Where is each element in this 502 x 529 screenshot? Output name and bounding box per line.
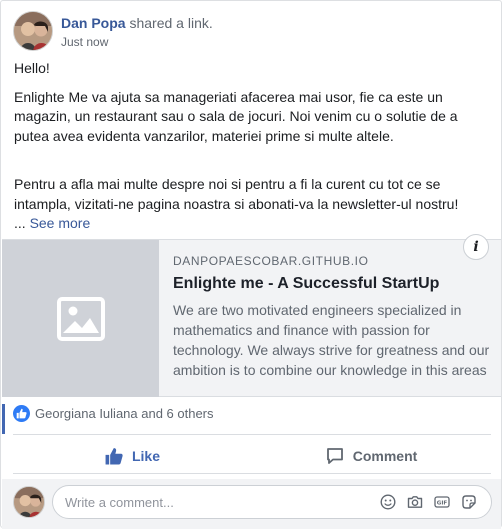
- preview-title[interactable]: Enlighte me - A Successful StartUp: [173, 274, 493, 294]
- post-timestamp[interactable]: Just now: [61, 35, 213, 49]
- divider-top: [13, 434, 491, 435]
- commenter-avatar[interactable]: [13, 486, 45, 518]
- thumbs-up-icon: [13, 405, 30, 422]
- reactions-summary[interactable]: Georgiana Iuliana and 6 others: [13, 405, 214, 422]
- comment-composer: Write a comment... GIF: [2, 479, 501, 529]
- post-paragraph-1: Enlighte Me va ajuta sa manageriati afac…: [14, 88, 458, 144]
- preview-description: We are two motivated engineers specializ…: [173, 302, 490, 378]
- like-label: Like: [131, 448, 160, 464]
- svg-text:GIF: GIF: [437, 501, 448, 507]
- link-preview-card[interactable]: DANPOPAESCOBAR.GITHUB.IO Enlighte me - A…: [2, 239, 501, 397]
- comment-input[interactable]: Write a comment... GIF: [52, 485, 492, 519]
- post-header: Dan Popa shared a link. Just now: [13, 11, 213, 53]
- emoji-icon[interactable]: [380, 494, 396, 510]
- comment-icons: GIF: [369, 494, 477, 510]
- comment-label: Comment: [352, 448, 418, 464]
- post-greeting: Hello!: [14, 60, 50, 76]
- gif-icon[interactable]: GIF: [434, 494, 450, 510]
- comment-placeholder: Write a comment...: [65, 495, 174, 510]
- author-name[interactable]: Dan Popa: [61, 15, 126, 31]
- post-body: Hello! Enlighte Me va ajuta sa manageria…: [14, 59, 492, 243]
- preview-thumbnail[interactable]: [2, 240, 159, 397]
- divider-bottom: [13, 473, 491, 474]
- see-more-link[interactable]: See more: [30, 215, 91, 231]
- author-avatar[interactable]: [13, 11, 53, 51]
- info-icon[interactable]: i: [463, 234, 489, 260]
- post-paragraph-2: Pentru a afla mai multe despre noi si pe…: [14, 176, 459, 231]
- post-card: Dan Popa shared a link. Just now Hello! …: [0, 0, 502, 529]
- ellipsis: ...: [14, 215, 26, 231]
- shared-link[interactable]: link.: [188, 15, 213, 31]
- post-action-text: shared a: [129, 15, 184, 31]
- comment-button[interactable]: Comment: [252, 439, 491, 473]
- image-placeholder-icon: [56, 296, 105, 341]
- like-thumb-icon: [105, 448, 123, 465]
- preview-domain: DANPOPAESCOBAR.GITHUB.IO: [173, 254, 369, 268]
- reaction-highlight-bar: [2, 404, 5, 434]
- post-actions: Like Comment: [13, 439, 491, 473]
- comment-bubble-icon: [326, 448, 343, 464]
- sticker-icon[interactable]: [461, 494, 477, 510]
- like-button[interactable]: Like: [13, 439, 252, 473]
- camera-icon[interactable]: [407, 494, 423, 510]
- reactions-text[interactable]: Georgiana Iuliana and 6 others: [35, 406, 214, 421]
